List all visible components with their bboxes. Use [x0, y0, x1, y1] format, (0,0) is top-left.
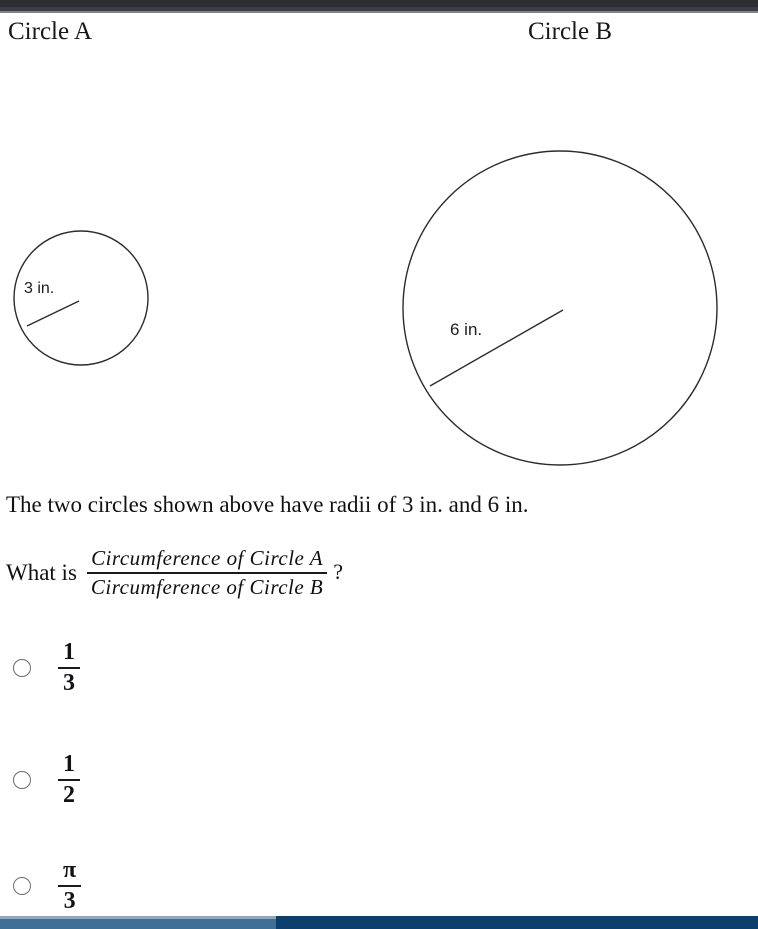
radio-button-choice-2[interactable] — [13, 771, 31, 790]
choice-3-numerator: π — [58, 857, 82, 888]
choice-2-numerator: 1 — [58, 751, 80, 782]
circle-b-radius-label: 6 in. — [450, 320, 483, 339]
ratio-denominator: Circumference of Circle B — [90, 575, 324, 599]
choice-3-denominator: 3 — [63, 888, 76, 915]
question-row: What is Circumference of Circle A Circum… — [6, 545, 343, 601]
question-mark: ? — [333, 559, 344, 584]
circle-a-diagram — [13, 230, 149, 366]
radio-button-choice-1[interactable] — [13, 659, 31, 678]
question-page: Circle A Circle B 3 in. 6 in. The two ci… — [0, 0, 758, 929]
choice-1-numerator: 1 — [58, 639, 80, 670]
circle-a-radius-label: 3 in. — [24, 280, 55, 297]
question-lead-text: What is — [6, 560, 77, 585]
answer-choice-3[interactable]: π 3 — [6, 857, 82, 915]
choice-1-fraction: 1 3 — [58, 639, 80, 697]
choice-2-denominator: 2 — [63, 782, 75, 809]
heading-circle-a: Circle A — [8, 18, 93, 45]
circumference-ratio-fraction: Circumference of Circle A Circumference … — [86, 545, 328, 601]
horizontal-scrollbar-thumb[interactable] — [0, 916, 276, 929]
choice-2-fraction: 1 2 — [58, 751, 80, 809]
heading-circle-b: Circle B — [528, 18, 613, 45]
circle-b-diagram — [402, 150, 718, 466]
answer-choice-1[interactable]: 1 3 — [6, 639, 80, 697]
radio-button-choice-3[interactable] — [13, 877, 31, 896]
problem-statement: The two circles shown above have radii o… — [6, 492, 529, 517]
browser-top-bar-edge — [0, 11, 758, 13]
choice-1-denominator: 3 — [63, 670, 75, 697]
answer-choice-2[interactable]: 1 2 — [6, 751, 80, 809]
ratio-numerator: Circumference of Circle A — [86, 545, 328, 574]
choice-3-fraction: π 3 — [58, 857, 82, 915]
